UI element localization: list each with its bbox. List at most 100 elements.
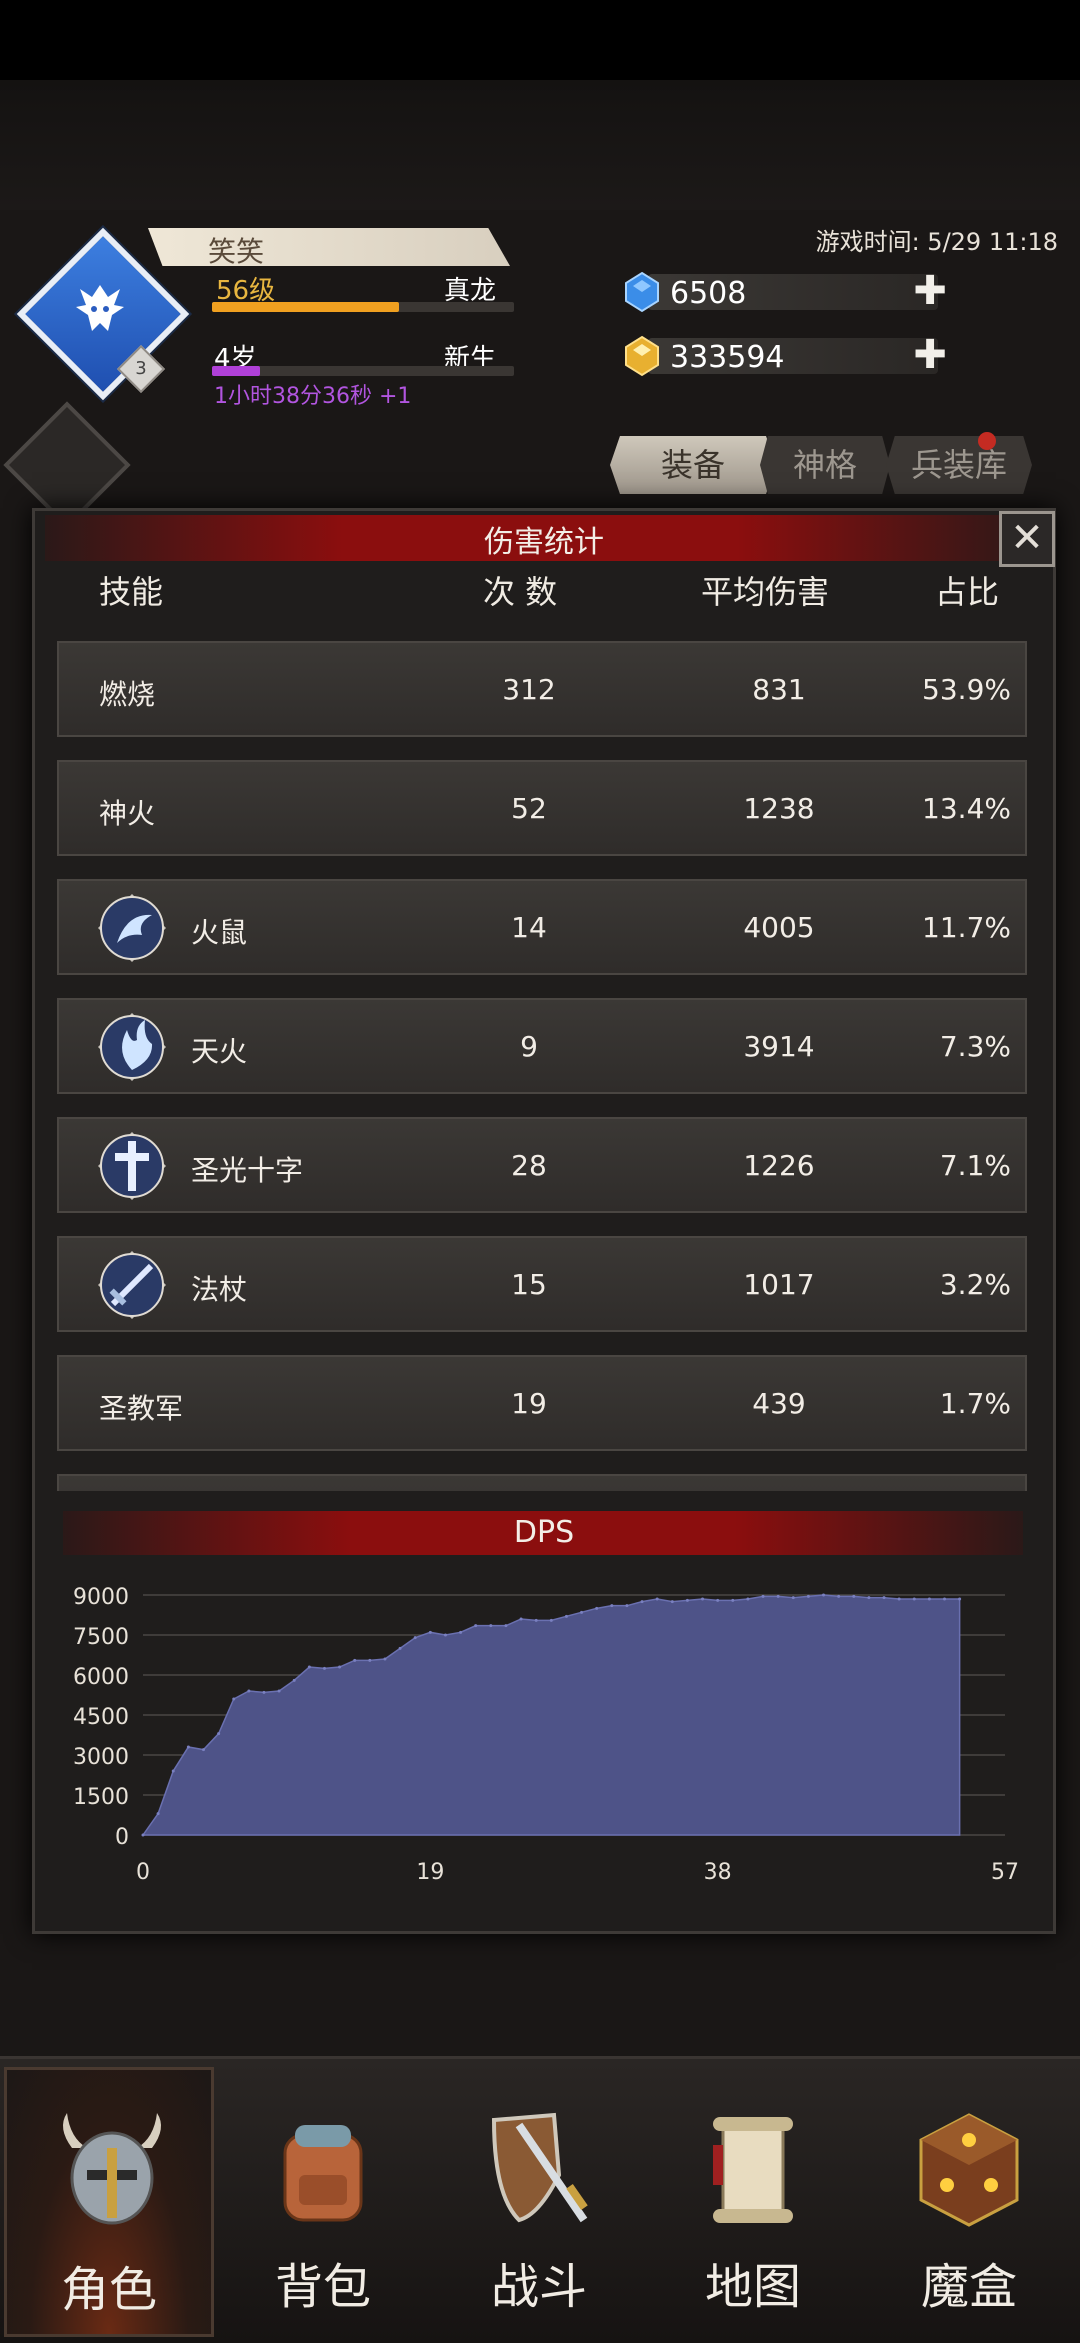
dps-title: DPS [513,1515,575,1550]
nav-battle[interactable]: 战斗 [434,2067,644,2337]
column-skill: 技能 [99,573,164,611]
dps-point [731,1598,735,1602]
skill-count: 28 [511,1149,547,1182]
y-tick-label: 3000 [73,1745,129,1770]
y-tick-label: 7500 [73,1625,129,1650]
dps-point [791,1596,795,1600]
dps-point [806,1594,810,1598]
nav-character[interactable]: 角色 [4,2067,214,2337]
dps-point [897,1597,901,1601]
skill-share: 7.3% [939,1030,1011,1063]
backpack-icon [283,2125,363,2222]
x-tick-label: 0 [136,1860,150,1885]
dps-point [277,1689,281,1693]
dps-point [504,1624,508,1628]
notification-dot [978,432,996,450]
dps-point [852,1594,856,1598]
dps-point [459,1630,463,1634]
dps-point [670,1600,674,1604]
sky-fire-icon [98,1013,166,1081]
scroll-map-icon [713,2117,793,2223]
skill-count: 9 [520,1030,538,1063]
table-row[interactable]: 圣教军 19 439 1.7% [57,1355,1027,1451]
skill-name: 天火 [191,1035,248,1068]
table-row[interactable]: 天火 9 3914 7.3% [57,998,1027,1094]
dps-point [640,1600,644,1604]
skill-name: 燃烧 [99,678,156,711]
dialog-title: 伤害统计 [484,525,604,560]
nav-label-magic-box: 魔盒 [920,2259,1017,2315]
dps-point [761,1594,765,1598]
damage-stats-dialog: 伤害统计 ✕ 技能 次 数 平均伤害 占比 燃烧 312 831 53.9% 神火 52 1… [32,508,1056,1934]
nav-backpack[interactable]: 背包 [218,2067,428,2337]
skill-table[interactable]: 燃烧 312 831 53.9% 神火 52 1238 13.4% 火鼠 14 4005 11.7% 天… [57,641,1027,1491]
dps-point [549,1618,553,1622]
dps-point [307,1665,311,1669]
skill-name: 神火 [99,797,156,830]
table-row[interactable]: 神火 52 1238 13.4% [57,760,1027,856]
skill-name: 圣光十字 [191,1154,304,1187]
dps-point [776,1594,780,1598]
column-share: 占比 [935,573,1000,611]
tab-divinity[interactable]: 神格 [760,436,890,494]
online-time: 1小时38分36秒 +1 [214,384,412,409]
level-progress-bar [212,302,514,312]
nav-label-backpack: 背包 [274,2259,371,2315]
dps-point [943,1597,947,1601]
dps-point [595,1606,599,1610]
y-tick-label: 1500 [73,1785,129,1810]
dps-point [927,1597,931,1601]
holy-cross-icon [98,1132,166,1200]
dps-point [322,1666,326,1670]
column-count: 次 数 [483,573,558,611]
game-time: 游戏时间: 5/29 11:18 [815,228,1058,256]
dps-point [867,1596,871,1600]
table-row[interactable]: 燃烧 312 831 53.9% [57,641,1027,737]
dps-point [958,1597,962,1601]
add-gold-button[interactable]: ✚ [912,335,948,375]
dps-point [201,1748,205,1752]
dps-point [171,1769,175,1773]
x-tick-label: 38 [704,1860,732,1885]
helmet-icon [63,2113,161,2225]
skill-count: 19 [511,1387,547,1420]
skill-average-damage: 4005 [743,911,815,944]
add-diamond-button[interactable]: ✚ [912,271,948,311]
age-progress-bar [212,366,514,376]
skill-average-damage: 1238 [743,792,815,825]
diamond-currency: 6508 ✚ [620,270,950,314]
dps-point [822,1593,826,1597]
nav-label-character: 角色 [60,2262,157,2318]
table-row[interactable]: 法杖 15 1017 3.2% [57,1236,1027,1332]
y-tick-label: 9000 [73,1585,129,1610]
gold-gem-icon [625,335,659,377]
table-row[interactable] [57,1474,1027,1491]
column-average: 平均伤害 [701,573,830,611]
skill-share: 13.4% [922,792,1011,825]
dps-point [398,1646,402,1650]
staff-sword-icon [98,1251,166,1319]
top-banner [0,80,1080,210]
skill-share: 7.1% [939,1149,1011,1182]
nav-map[interactable]: 地图 [648,2067,858,2337]
tab-armory[interactable]: 兵装库 [886,436,1032,494]
table-row[interactable]: 火鼠 14 4005 11.7% [57,879,1027,975]
dps-point [534,1618,538,1622]
close-button[interactable]: ✕ [999,511,1055,567]
dps-point [837,1594,841,1598]
tab-equipment[interactable]: 装备 [610,436,776,494]
table-row[interactable]: 圣光十字 28 1226 7.1% [57,1117,1027,1213]
skill-name: 火鼠 [191,916,248,949]
equipment-tabs: 装备 神格 兵装库 [610,436,1040,494]
skill-name: 法杖 [191,1273,248,1306]
dps-point [610,1604,614,1608]
nav-magic-box[interactable]: 魔盒 [864,2067,1074,2337]
gold-amount: 333594 [670,340,785,375]
skill-count: 312 [502,673,556,706]
gold-currency: 333594 ✚ [620,334,950,378]
dps-point [701,1597,705,1601]
dps-area [141,1594,961,1836]
skill-average-damage: 439 [752,1387,806,1420]
dps-point [519,1617,523,1621]
dps-point [217,1732,221,1736]
